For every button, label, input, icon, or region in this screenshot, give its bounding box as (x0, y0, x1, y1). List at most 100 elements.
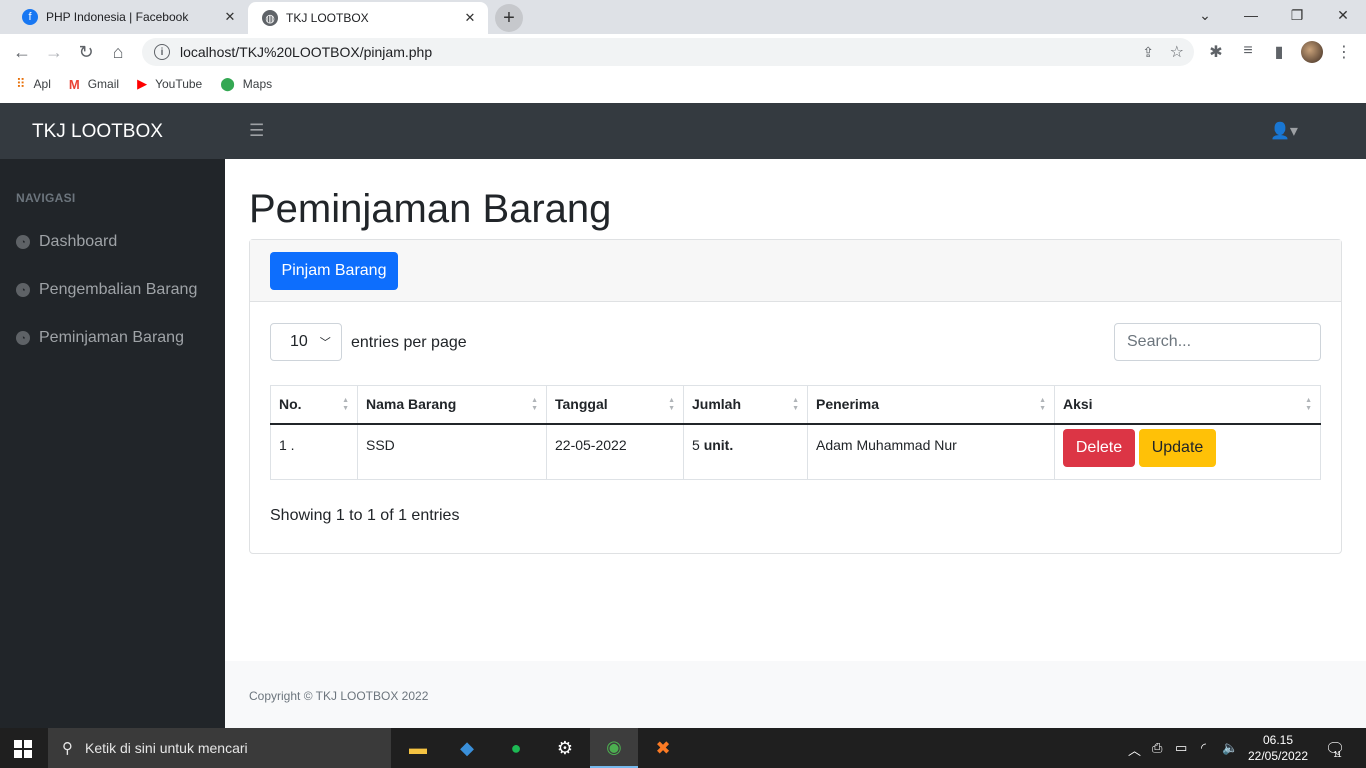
cell-jumlah: 5 unit. (683, 423, 808, 480)
column-header-no[interactable]: No. ▲ ▼ (270, 385, 358, 425)
chrome-icon[interactable]: ◉ (590, 728, 638, 768)
brand-logo[interactable]: TKJ LOOTBOX (32, 121, 163, 143)
windows-taskbar: ⚲ Ketik di sini untuk mencari ▬ ◆ ● ⚙ ◉ … (0, 728, 1366, 768)
gauge-icon: ◔ (16, 283, 30, 297)
jumlah-unit: unit. (703, 436, 734, 453)
column-header-penerima[interactable]: Penerima ▲ ▼ (807, 385, 1055, 425)
page-title: Peminjaman Barang (249, 187, 612, 231)
close-icon[interactable]: ✕ (222, 9, 238, 25)
file-explorer-icon[interactable]: ▬ (394, 728, 442, 768)
cell-tanggal: 22-05-2022 (546, 423, 684, 480)
sidebar-item-peminjaman[interactable]: ◔ Peminjaman Barang (16, 329, 184, 347)
column-header-nama-barang[interactable]: Nama Barang ▲ ▼ (357, 385, 547, 425)
reload-icon[interactable]: ↻ (74, 40, 98, 64)
tab-title: TKJ LOOTBOX (286, 11, 369, 25)
sidebar-toggle-icon[interactable]: ☰ (249, 121, 264, 141)
address-bar-row: ← → ↻ ⌂ i localhost/TKJ%20LOOTBOX/pinjam… (0, 34, 1366, 70)
close-window-button[interactable]: ✕ (1320, 0, 1366, 30)
url-input[interactable]: i localhost/TKJ%20LOOTBOX/pinjam.php ⇪ ☆ (142, 38, 1194, 66)
card-header: Pinjam Barang (250, 240, 1341, 302)
bookmark-label: YouTube (155, 77, 203, 91)
forward-icon[interactable]: → (42, 40, 66, 64)
taskbar-clock[interactable]: 06.15 22/05/2022 (1240, 732, 1316, 764)
meet-icon[interactable]: ⎙ (1152, 740, 1162, 756)
footer: Copyright © TKJ LOOTBOX 2022 (225, 661, 1366, 728)
bookmark-maps[interactable]: ⬤ Maps (220, 76, 272, 92)
pinjam-barang-button[interactable]: Pinjam Barang (270, 252, 398, 290)
taskbar-search-box[interactable]: ⚲ Ketik di sini untuk mencari (48, 728, 391, 768)
bookmark-youtube[interactable]: ▶ YouTube (137, 76, 202, 92)
profile-avatar[interactable] (1301, 41, 1323, 63)
per-page-value: 10 (290, 333, 308, 350)
tab-facebook[interactable]: f PHP Indonesia | Facebook ✕ (8, 0, 248, 34)
close-icon[interactable]: ✕ (462, 10, 478, 26)
minimize-button[interactable]: — (1228, 0, 1274, 30)
table-header-row: No. ▲ ▼ Nama Barang ▲ ▼ Tanggal ▲ ▼ Jumlah ▲ ▼ P… (270, 385, 1321, 425)
share-icon[interactable]: ⇪ (1142, 44, 1154, 61)
data-table: No. ▲ ▼ Nama Barang ▲ ▼ Tanggal ▲ ▼ Jumlah ▲ ▼ P… (270, 385, 1321, 480)
spotify-icon[interactable]: ● (492, 728, 540, 768)
sidebar-item-label: Peminjaman Barang (39, 329, 184, 346)
sort-icon: ▲ ▼ (1305, 397, 1312, 412)
search-icon: ⚲ (62, 740, 73, 757)
bookmark-apps[interactable]: ⠿ Apl (16, 76, 51, 92)
media-control-icon[interactable]: ≡ (1237, 42, 1259, 60)
delete-button[interactable]: Delete (1063, 428, 1135, 467)
back-icon[interactable]: ← (10, 40, 34, 64)
sort-icon: ▲ ▼ (1039, 397, 1046, 412)
cell-aksi: Delete Update (1054, 423, 1321, 480)
update-button[interactable]: Update (1139, 428, 1216, 467)
column-header-jumlah[interactable]: Jumlah ▲ ▼ (683, 385, 808, 425)
gauge-icon: ◔ (16, 331, 30, 345)
cell-nama-barang: SSD (357, 423, 547, 480)
menu-icon[interactable]: ⋮ (1333, 42, 1355, 62)
entries-per-page-select[interactable]: 10 ﹀ (270, 323, 342, 361)
side-panel-icon[interactable]: ▮ (1268, 42, 1290, 62)
restore-button[interactable]: ❐ (1274, 0, 1320, 30)
jumlah-number: 5 (692, 436, 700, 453)
column-header-tanggal[interactable]: Tanggal ▲ ▼ (546, 385, 684, 425)
copyright-text: Copyright © TKJ LOOTBOX 2022 (249, 689, 429, 703)
globe-icon: ◍ (262, 10, 278, 26)
settings-gear-icon[interactable]: ⚙ (541, 728, 589, 768)
browser-tab-bar: f PHP Indonesia | Facebook ✕ ◍ TKJ LOOTB… (0, 0, 1366, 34)
windows-start-icon[interactable] (14, 740, 32, 758)
new-tab-button[interactable]: + (495, 4, 523, 32)
clock-date: 22/05/2022 (1247, 749, 1309, 763)
data-card: Pinjam Barang 10 ﹀ entries per page No.▲… (249, 239, 1342, 554)
bookmark-star-icon[interactable]: ☆ (1170, 42, 1184, 62)
user-menu-icon[interactable]: 👤▾ (1270, 121, 1298, 141)
chevron-up-icon[interactable]: ︿ (1128, 740, 1141, 759)
column-header-aksi[interactable]: Aksi ▲ ▼ (1054, 385, 1321, 425)
xampp-icon[interactable]: ✖ (639, 728, 687, 768)
taskbar-search-placeholder: Ketik di sini untuk mencari (85, 740, 248, 756)
search-input[interactable] (1114, 323, 1321, 361)
tab-search-icon[interactable]: ⌄ (1182, 0, 1228, 30)
notification-center-icon[interactable]: 🗨11 (1325, 739, 1354, 759)
home-icon[interactable]: ⌂ (106, 40, 130, 64)
maps-pin-icon: ⬤ (220, 76, 235, 91)
bookmark-label: Apl (33, 77, 51, 91)
facebook-icon: f (22, 9, 38, 25)
bookmark-gmail[interactable]: M Gmail (69, 77, 119, 92)
sidebar: NAVIGASI ◔ Dashboard ◔ Pengembalian Bara… (0, 159, 225, 728)
cell-no: 1 . (270, 423, 358, 480)
bookmark-label: Maps (242, 77, 273, 91)
sort-icon: ▲ ▼ (668, 397, 675, 412)
extensions-icon[interactable]: ✱ (1205, 42, 1227, 62)
bookmark-label: Gmail (87, 77, 120, 91)
table-row: 1 . SSD 22-05-2022 5 unit. Adam Muhammad… (270, 423, 1321, 480)
info-icon[interactable]: i (154, 44, 170, 60)
tab-tkj-lootbox[interactable]: ◍ TKJ LOOTBOX ✕ (248, 2, 488, 34)
sidebar-item-dashboard[interactable]: ◔ Dashboard (16, 233, 117, 251)
sort-icon: ▲ ▼ (792, 397, 799, 412)
battery-icon[interactable]: ▭ (1175, 740, 1187, 756)
youtube-icon: ▶ (137, 76, 148, 91)
store-app-icon[interactable]: ◆ (443, 728, 491, 768)
notification-count: 11 (1333, 750, 1342, 759)
volume-icon[interactable]: 🔈 (1222, 740, 1238, 756)
main-content: Peminjaman Barang Pinjam Barang 10 ﹀ ent… (225, 159, 1366, 661)
chevron-down-icon: ﹀ (319, 337, 331, 349)
sidebar-item-pengembalian[interactable]: ◔ Pengembalian Barang (16, 281, 197, 299)
wifi-icon[interactable]: ◜ (1201, 740, 1206, 756)
